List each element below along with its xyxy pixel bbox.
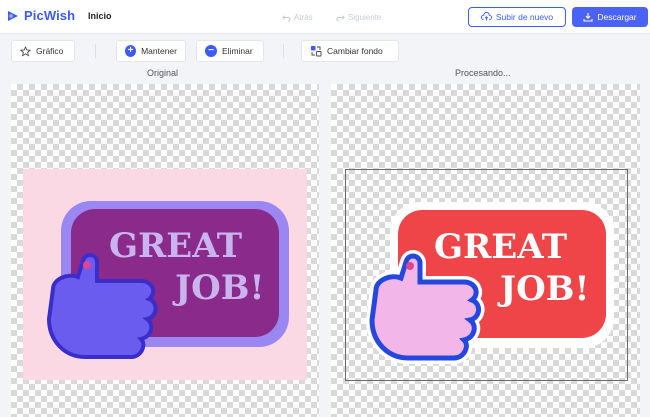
redo-button[interactable]: Siguiente	[336, 13, 381, 22]
image-text-line1: GREAT	[109, 226, 242, 266]
undo-label: Atrás	[294, 13, 313, 22]
download-icon	[583, 13, 593, 22]
toolbar-divider	[95, 44, 96, 58]
image-text-line2: JOB!	[497, 269, 589, 309]
erase-tool-button[interactable]: − Eliminar	[196, 40, 264, 62]
logo-icon	[8, 10, 18, 21]
graphic-icon	[20, 45, 31, 56]
brand-name: PicWish	[24, 8, 76, 23]
download-label: Descargar	[597, 12, 637, 22]
image-text-line1: GREAT	[434, 227, 567, 267]
nav-home-link[interactable]: Inicio	[88, 11, 112, 21]
processed-image-frame: GREAT JOB!	[345, 169, 628, 381]
original-image: GREAT JOB!	[23, 169, 307, 380]
upload-again-label: Subir de nuevo	[495, 12, 554, 22]
original-panel: GREAT JOB!	[11, 84, 319, 417]
top-bar: PicWish Inicio Atrás Siguiente Subir de …	[0, 0, 650, 34]
brand-logo[interactable]: PicWish	[6, 8, 75, 23]
undo-icon	[282, 15, 291, 22]
change-bg-icon	[311, 46, 322, 57]
change-background-button[interactable]: Cambiar fondo	[301, 40, 399, 62]
erase-label: Eliminar	[222, 46, 253, 56]
download-button[interactable]: Descargar	[572, 7, 648, 27]
toolbar-divider	[283, 44, 284, 58]
undo-button[interactable]: Atrás	[282, 13, 313, 22]
graphic-label: Gráfico	[36, 46, 64, 56]
upload-icon	[480, 12, 492, 21]
processing-label: Procesando...	[455, 68, 511, 78]
minus-icon: −	[205, 45, 217, 57]
upload-again-button[interactable]: Subir de nuevo	[468, 7, 566, 27]
keep-tool-button[interactable]: + Mantener	[116, 40, 186, 62]
redo-label: Siguiente	[348, 13, 382, 22]
original-label: Original	[147, 68, 179, 78]
image-text-line2: JOB!	[172, 268, 264, 308]
keep-label: Mantener	[141, 46, 177, 56]
redo-icon	[336, 15, 345, 22]
plus-icon: +	[125, 45, 137, 57]
change-bg-label: Cambiar fondo	[327, 46, 383, 56]
graphic-tool-button[interactable]: Gráfico	[11, 40, 75, 62]
processed-panel: GREAT JOB!	[331, 84, 640, 417]
